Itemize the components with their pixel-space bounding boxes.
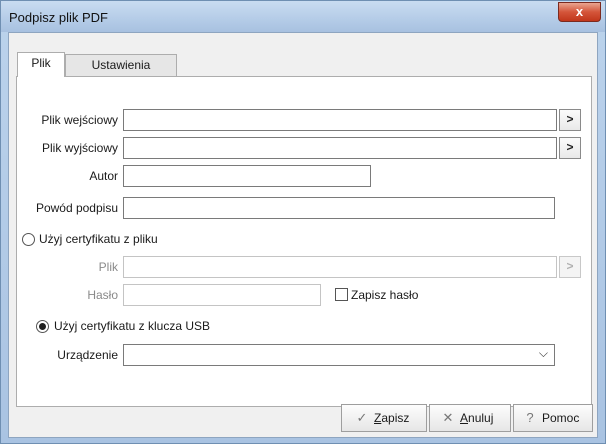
- output-file-browse-button[interactable]: >: [559, 137, 581, 159]
- device-select[interactable]: ⌵: [123, 344, 555, 366]
- tab-plik[interactable]: Plik: [17, 52, 65, 77]
- radio-selected-dot: [39, 323, 46, 330]
- input-file-label: Plik wejściowy: [41, 113, 118, 127]
- output-file-field[interactable]: [123, 137, 557, 159]
- input-file-field[interactable]: [123, 109, 557, 131]
- password-label: Hasło: [87, 288, 118, 302]
- tab-ustawienia[interactable]: Ustawienia: [65, 54, 177, 76]
- title-bar[interactable]: Podpisz plik PDF x: [1, 1, 605, 32]
- cert-file-field[interactable]: [123, 256, 557, 278]
- chevron-right-icon: >: [566, 140, 574, 154]
- usb-cert-radio[interactable]: [36, 320, 49, 333]
- cert-file-radio-label[interactable]: Użyj certyfikatu z pliku: [39, 232, 158, 246]
- chevron-right-icon: >: [566, 259, 574, 273]
- author-field[interactable]: [123, 165, 371, 187]
- help-label: Pomoc: [542, 411, 580, 425]
- dialog-window: Podpisz plik PDF x Plik Ustawienia Plik …: [0, 0, 606, 444]
- cancel-label: nuluj: [468, 411, 494, 425]
- save-password-checkbox[interactable]: [335, 288, 348, 301]
- cert-file-label: Plik: [98, 260, 118, 274]
- close-button[interactable]: x: [558, 2, 601, 22]
- reason-field[interactable]: [123, 197, 555, 219]
- cert-file-browse-button[interactable]: >: [559, 256, 581, 278]
- author-label: Autor: [89, 169, 118, 183]
- output-file-label: Plik wyjściowy: [41, 141, 118, 155]
- input-file-browse-button[interactable]: >: [559, 109, 581, 131]
- chevron-down-icon: ⌵: [538, 346, 548, 360]
- save-password-label[interactable]: Zapisz hasło: [351, 288, 418, 302]
- usb-cert-radio-label[interactable]: Użyj certyfikatu z klucza USB: [54, 319, 210, 333]
- tab-ustawienia-label: Ustawienia: [91, 58, 151, 72]
- cancel-button[interactable]: ✕ Anuluj: [429, 404, 511, 432]
- dialog-client-area: Plik Ustawienia Plik wejściowy > Plik wy…: [8, 32, 598, 438]
- tab-plik-label: Plik: [31, 56, 51, 70]
- password-field[interactable]: [123, 284, 321, 306]
- check-icon: ✓: [356, 410, 368, 425]
- save-label: apisz: [381, 411, 410, 425]
- help-icon: ?: [526, 410, 534, 425]
- close-icon: x: [575, 4, 584, 19]
- window-title: Podpisz plik PDF: [9, 10, 108, 25]
- device-label: Urządzenie: [57, 348, 118, 362]
- close-icon: ✕: [442, 410, 454, 425]
- chevron-right-icon: >: [566, 112, 574, 126]
- tab-panel-plik: Plik wejściowy > Plik wyjściowy > Autor …: [16, 76, 592, 407]
- help-button[interactable]: ? Pomoc: [513, 404, 593, 432]
- cancel-accel: A: [460, 411, 469, 425]
- reason-label: Powód podpisu: [35, 201, 118, 215]
- cert-file-radio[interactable]: [22, 233, 35, 246]
- save-button[interactable]: ✓ Zapisz: [341, 404, 427, 432]
